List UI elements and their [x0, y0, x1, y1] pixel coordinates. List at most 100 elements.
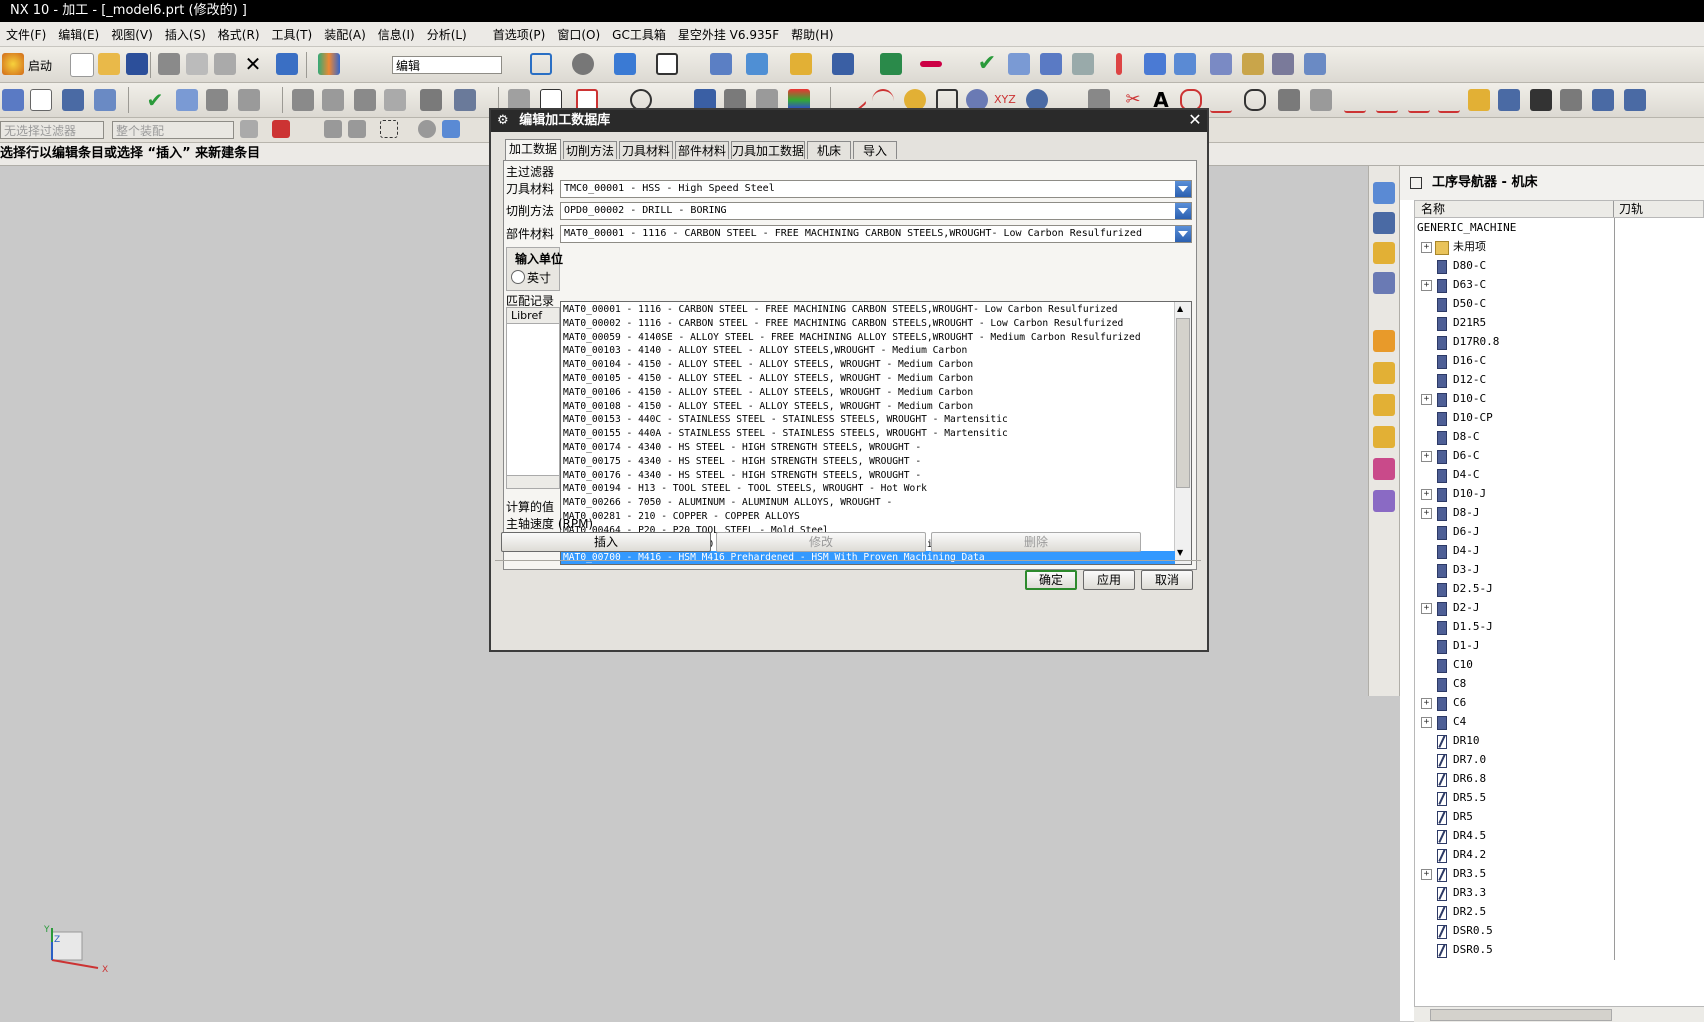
nav-parts-icon[interactable] [1373, 394, 1395, 416]
tab-2[interactable]: 刀具材料 [619, 141, 673, 159]
tree-row[interactable]: + D2-J [1415, 598, 1704, 618]
tree-row[interactable]: + D6-C [1415, 446, 1704, 466]
csys-icon[interactable] [710, 53, 732, 75]
layer-icon[interactable] [318, 53, 340, 75]
tree-row[interactable]: D2.5-J [1415, 579, 1704, 599]
nav-tool-icon[interactable] [1373, 212, 1395, 234]
create-geometry-icon[interactable] [1072, 53, 1094, 75]
tab-5[interactable]: 机床 [807, 141, 851, 159]
tree-row[interactable]: DR4.5 [1415, 826, 1704, 846]
tab-6[interactable]: 导入 [853, 141, 897, 159]
match-records-table[interactable]: Libref [506, 307, 560, 489]
solid-icon[interactable] [1560, 89, 1582, 111]
menu-item[interactable]: 帮助(H) [785, 26, 839, 43]
chamfer-curve-icon[interactable] [1376, 89, 1398, 113]
dropdown-option[interactable]: MAT0_00103 - 4140 - ALLOY STEEL - ALLOY … [561, 344, 1175, 358]
tree-row[interactable]: C8 [1415, 674, 1704, 694]
nav-method-icon[interactable] [1373, 272, 1395, 294]
nav-roles-icon[interactable] [1373, 458, 1395, 480]
geometry-view-icon[interactable] [62, 89, 84, 111]
tree-row[interactable]: D1.5-J [1415, 617, 1704, 637]
tree-row[interactable]: + D10-J [1415, 484, 1704, 504]
tab-1[interactable]: 切削方法 [563, 141, 617, 159]
menu-item[interactable]: 格式(R) [212, 26, 266, 43]
menu-item[interactable]: 信息(I) [372, 26, 421, 43]
part-material-dropdown-list[interactable]: ▲ ▼ MAT0_00001 - 1116 - CARBON STEEL - F… [560, 301, 1192, 565]
output-cls-icon[interactable] [1272, 53, 1294, 75]
expand-icon[interactable]: + [1421, 280, 1432, 291]
tree-row[interactable]: + 未用项 [1415, 237, 1704, 257]
dropdown-option[interactable]: MAT0_00153 - 440C - STAINLESS STEEL - ST… [561, 413, 1175, 427]
generate-icon[interactable]: ✔ [144, 89, 166, 111]
dropdown-option[interactable]: MAT0_00174 - 4340 - HS STEEL - HIGH STRE… [561, 441, 1175, 455]
tree-row[interactable]: D10-CP [1415, 408, 1704, 428]
dropdown-option[interactable]: MAT0_00155 - 440A - STAINLESS STEEL - ST… [561, 427, 1175, 441]
tree-row[interactable]: D21R5 [1415, 313, 1704, 333]
shop-doc-icon[interactable] [1144, 53, 1166, 75]
tree-row[interactable]: D80-C [1415, 256, 1704, 276]
extract-icon[interactable] [1278, 89, 1300, 111]
delete-button[interactable]: 删除 [931, 532, 1141, 552]
tree-row[interactable]: DR10 [1415, 731, 1704, 751]
paste-op-icon[interactable] [354, 89, 376, 111]
edit-combo[interactable]: 编辑 [392, 56, 502, 74]
scroll-up-icon[interactable]: ▲ [1177, 304, 1183, 313]
menu-item[interactable]: 视图(V) [105, 26, 159, 43]
paste-icon[interactable] [214, 53, 236, 75]
expand-icon[interactable]: + [1421, 489, 1432, 500]
filter-combo[interactable]: 无选择过滤器 [0, 121, 104, 139]
insert-button[interactable]: 插入 [501, 532, 711, 552]
tree-row[interactable]: D4-J [1415, 541, 1704, 561]
tree-row[interactable]: DR3.3 [1415, 883, 1704, 903]
menu-item[interactable]: 窗口(O) [551, 26, 606, 43]
dropdown-option[interactable]: MAT0_00175 - 4340 - HS STEEL - HIGH STRE… [561, 455, 1175, 469]
start-icon[interactable] [2, 53, 24, 75]
dropdown-scrollbar[interactable]: ▲ ▼ [1174, 302, 1191, 564]
surface-icon[interactable] [1498, 89, 1520, 111]
dropdown-option[interactable]: MAT0_00108 - 4150 - ALLOY STEEL - ALLOY … [561, 400, 1175, 414]
records-hscroll[interactable] [507, 475, 559, 488]
tree-row[interactable]: D12-C [1415, 370, 1704, 390]
tree-row[interactable]: DSR0.5 [1415, 940, 1704, 960]
expand-icon[interactable]: + [1421, 717, 1432, 728]
select-all-icon[interactable] [418, 120, 436, 138]
tree-row[interactable]: DR5 [1415, 807, 1704, 827]
nav-geometry-icon[interactable] [1373, 242, 1395, 264]
dropdown-scroll-thumb[interactable] [1176, 318, 1190, 488]
tree-row[interactable]: + DR3.5 [1415, 864, 1704, 884]
select-filter-icon[interactable] [240, 120, 258, 138]
simulate-icon[interactable] [238, 89, 260, 111]
object-icon[interactable] [454, 89, 476, 111]
cube-select-icon[interactable] [442, 120, 460, 138]
tree-row[interactable]: + C6 [1415, 693, 1704, 713]
cut-method-select[interactable]: OPD0_00002 - DRILL - BORING [560, 202, 1192, 220]
expand-icon[interactable]: + [1421, 869, 1432, 880]
tree-row[interactable]: + D8-J [1415, 503, 1704, 523]
scroll-down-icon[interactable]: ▼ [1177, 548, 1183, 557]
tree-row[interactable]: GENERIC_MACHINE [1415, 218, 1704, 238]
dropdown-option[interactable]: MAT0_00176 - 4340 - HS STEEL - HIGH STRE… [561, 469, 1175, 483]
dropdown-option[interactable]: MAT0_00002 - 1116 - CARBON STEEL - FREE … [561, 317, 1175, 331]
close-icon[interactable]: ✕ [1187, 112, 1203, 128]
tree-row[interactable]: + D63-C [1415, 275, 1704, 295]
tree-row[interactable]: + D10-C [1415, 389, 1704, 409]
expand-icon[interactable]: + [1421, 451, 1432, 462]
dropdown-option[interactable]: MAT0_00059 - 4140SE - ALLOY STEEL - FREE… [561, 331, 1175, 345]
fit-view-icon[interactable] [530, 53, 552, 75]
column-name-header[interactable]: 名称 [1421, 201, 1445, 217]
dropdown-option[interactable]: MAT0_00106 - 4150 - ALLOY STEEL - ALLOY … [561, 386, 1175, 400]
view-orient-icon[interactable] [656, 53, 678, 75]
new-file-icon[interactable] [70, 53, 94, 77]
tree-row[interactable]: D8-C [1415, 427, 1704, 447]
dropdown-option[interactable]: MAT0_00281 - 210 - COPPER - COPPER ALLOY… [561, 510, 1175, 524]
tree-row[interactable]: DR5.5 [1415, 788, 1704, 808]
expand-icon[interactable]: + [1421, 394, 1432, 405]
ruler-icon[interactable] [920, 61, 942, 67]
dropdown-option[interactable]: MAT0_00104 - 4150 - ALLOY STEEL - ALLOY … [561, 358, 1175, 372]
snap-point-icon[interactable] [324, 120, 342, 138]
snap-icon[interactable] [790, 53, 812, 75]
expand-icon[interactable]: + [1421, 603, 1432, 614]
tree-row[interactable]: + C4 [1415, 712, 1704, 732]
create-tool-icon[interactable] [1040, 53, 1062, 75]
flag-icon[interactable] [1116, 53, 1122, 75]
